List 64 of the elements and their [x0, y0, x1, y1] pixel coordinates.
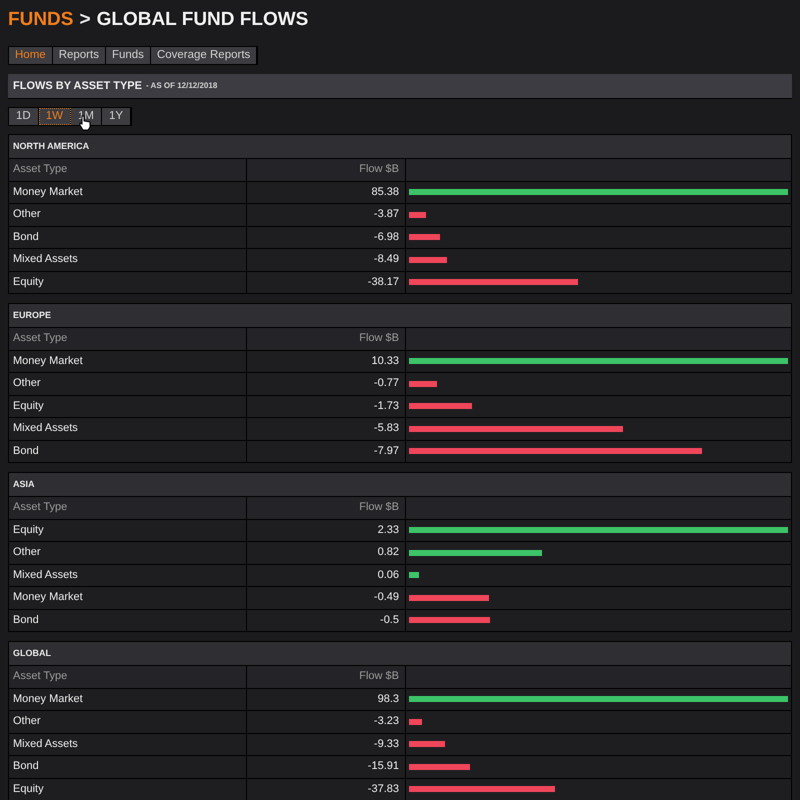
panel-subtitle: - AS OF 12/12/2018: [146, 80, 218, 92]
column-header: Asset Type: [9, 666, 246, 688]
column-header: Asset Type: [9, 328, 246, 350]
table-cell: Mixed Assets: [9, 249, 246, 270]
column-header: Flow $B: [247, 159, 405, 180]
table-cell: -0.77: [247, 373, 405, 394]
table-cell: -38.17: [247, 272, 405, 293]
period-button[interactable]: 1W: [38, 108, 71, 125]
table-cell: Bond: [9, 226, 246, 248]
table-cell: 98.3: [247, 688, 405, 710]
table-cell: 10.33: [247, 350, 405, 372]
region-title: GLOBAL: [13, 646, 51, 660]
table-cell: Other: [9, 373, 246, 394]
column-header: Asset Type: [9, 497, 246, 518]
table-cell: Mixed Assets: [9, 734, 246, 755]
nav-tab[interactable]: Reports: [52, 47, 106, 64]
table-cell: -0.5: [247, 610, 405, 631]
table-cell: Equity: [9, 520, 246, 541]
breadcrumb-link[interactable]: FUNDS: [8, 6, 74, 34]
column-header: Flow $B: [247, 666, 405, 688]
period-button[interactable]: 1Y: [102, 108, 132, 125]
panel-title: FLOWS BY ASSET TYPE: [13, 78, 142, 94]
table-cell: -6.98: [247, 226, 405, 248]
table-cell: Equity: [9, 396, 246, 417]
table-cell: Money Market: [9, 350, 246, 372]
table-cell: -1.73: [247, 396, 405, 417]
table-cell: Other: [9, 711, 246, 732]
nav-tab[interactable]: Coverage Reports: [150, 47, 258, 64]
table-cell: Bond: [9, 440, 246, 462]
nav-tab[interactable]: Funds: [106, 47, 151, 64]
table-cell: Money Market: [9, 688, 246, 710]
table-cell: -3.23: [247, 711, 405, 732]
table-cell: 0.82: [247, 542, 405, 564]
table-cell: Equity: [9, 272, 246, 293]
page-title: GLOBAL FUND FLOWS: [96, 8, 308, 32]
table-cell: -15.91: [247, 756, 405, 778]
column-header: Asset Type: [9, 159, 246, 180]
table-cell: Other: [9, 542, 246, 564]
column-header: Flow $B: [247, 328, 405, 350]
table-cell: -7.97: [247, 440, 405, 462]
table-cell: Money Market: [9, 587, 246, 608]
table-cell: Other: [9, 204, 246, 226]
table-cell: 0.06: [247, 564, 405, 586]
table-cell: Bond: [9, 610, 246, 631]
table-cell: -8.49: [247, 249, 405, 270]
table-cell: 2.33: [247, 520, 405, 541]
table-cell: -3.87: [247, 204, 405, 226]
nav-tab[interactable]: Home: [9, 47, 53, 64]
period-button[interactable]: 1D: [9, 108, 39, 125]
table-cell: Money Market: [9, 182, 246, 203]
table-cell: Mixed Assets: [9, 418, 246, 440]
table-cell: Bond: [9, 756, 246, 778]
table-cell: 85.38: [247, 182, 405, 203]
table-cell: -9.33: [247, 734, 405, 755]
table-cell: -5.83: [247, 418, 405, 440]
breadcrumb-separator: >: [79, 8, 91, 32]
table-cell: -37.83: [247, 778, 405, 800]
column-header: Flow $B: [247, 497, 405, 518]
table-cell: Equity: [9, 778, 246, 800]
region-title: NORTH AMERICA: [13, 140, 90, 153]
table-cell: Mixed Assets: [9, 564, 246, 586]
table-cell: -0.49: [247, 587, 405, 608]
region-title: ASIA: [13, 478, 35, 491]
region-title: EUROPE: [13, 308, 52, 322]
